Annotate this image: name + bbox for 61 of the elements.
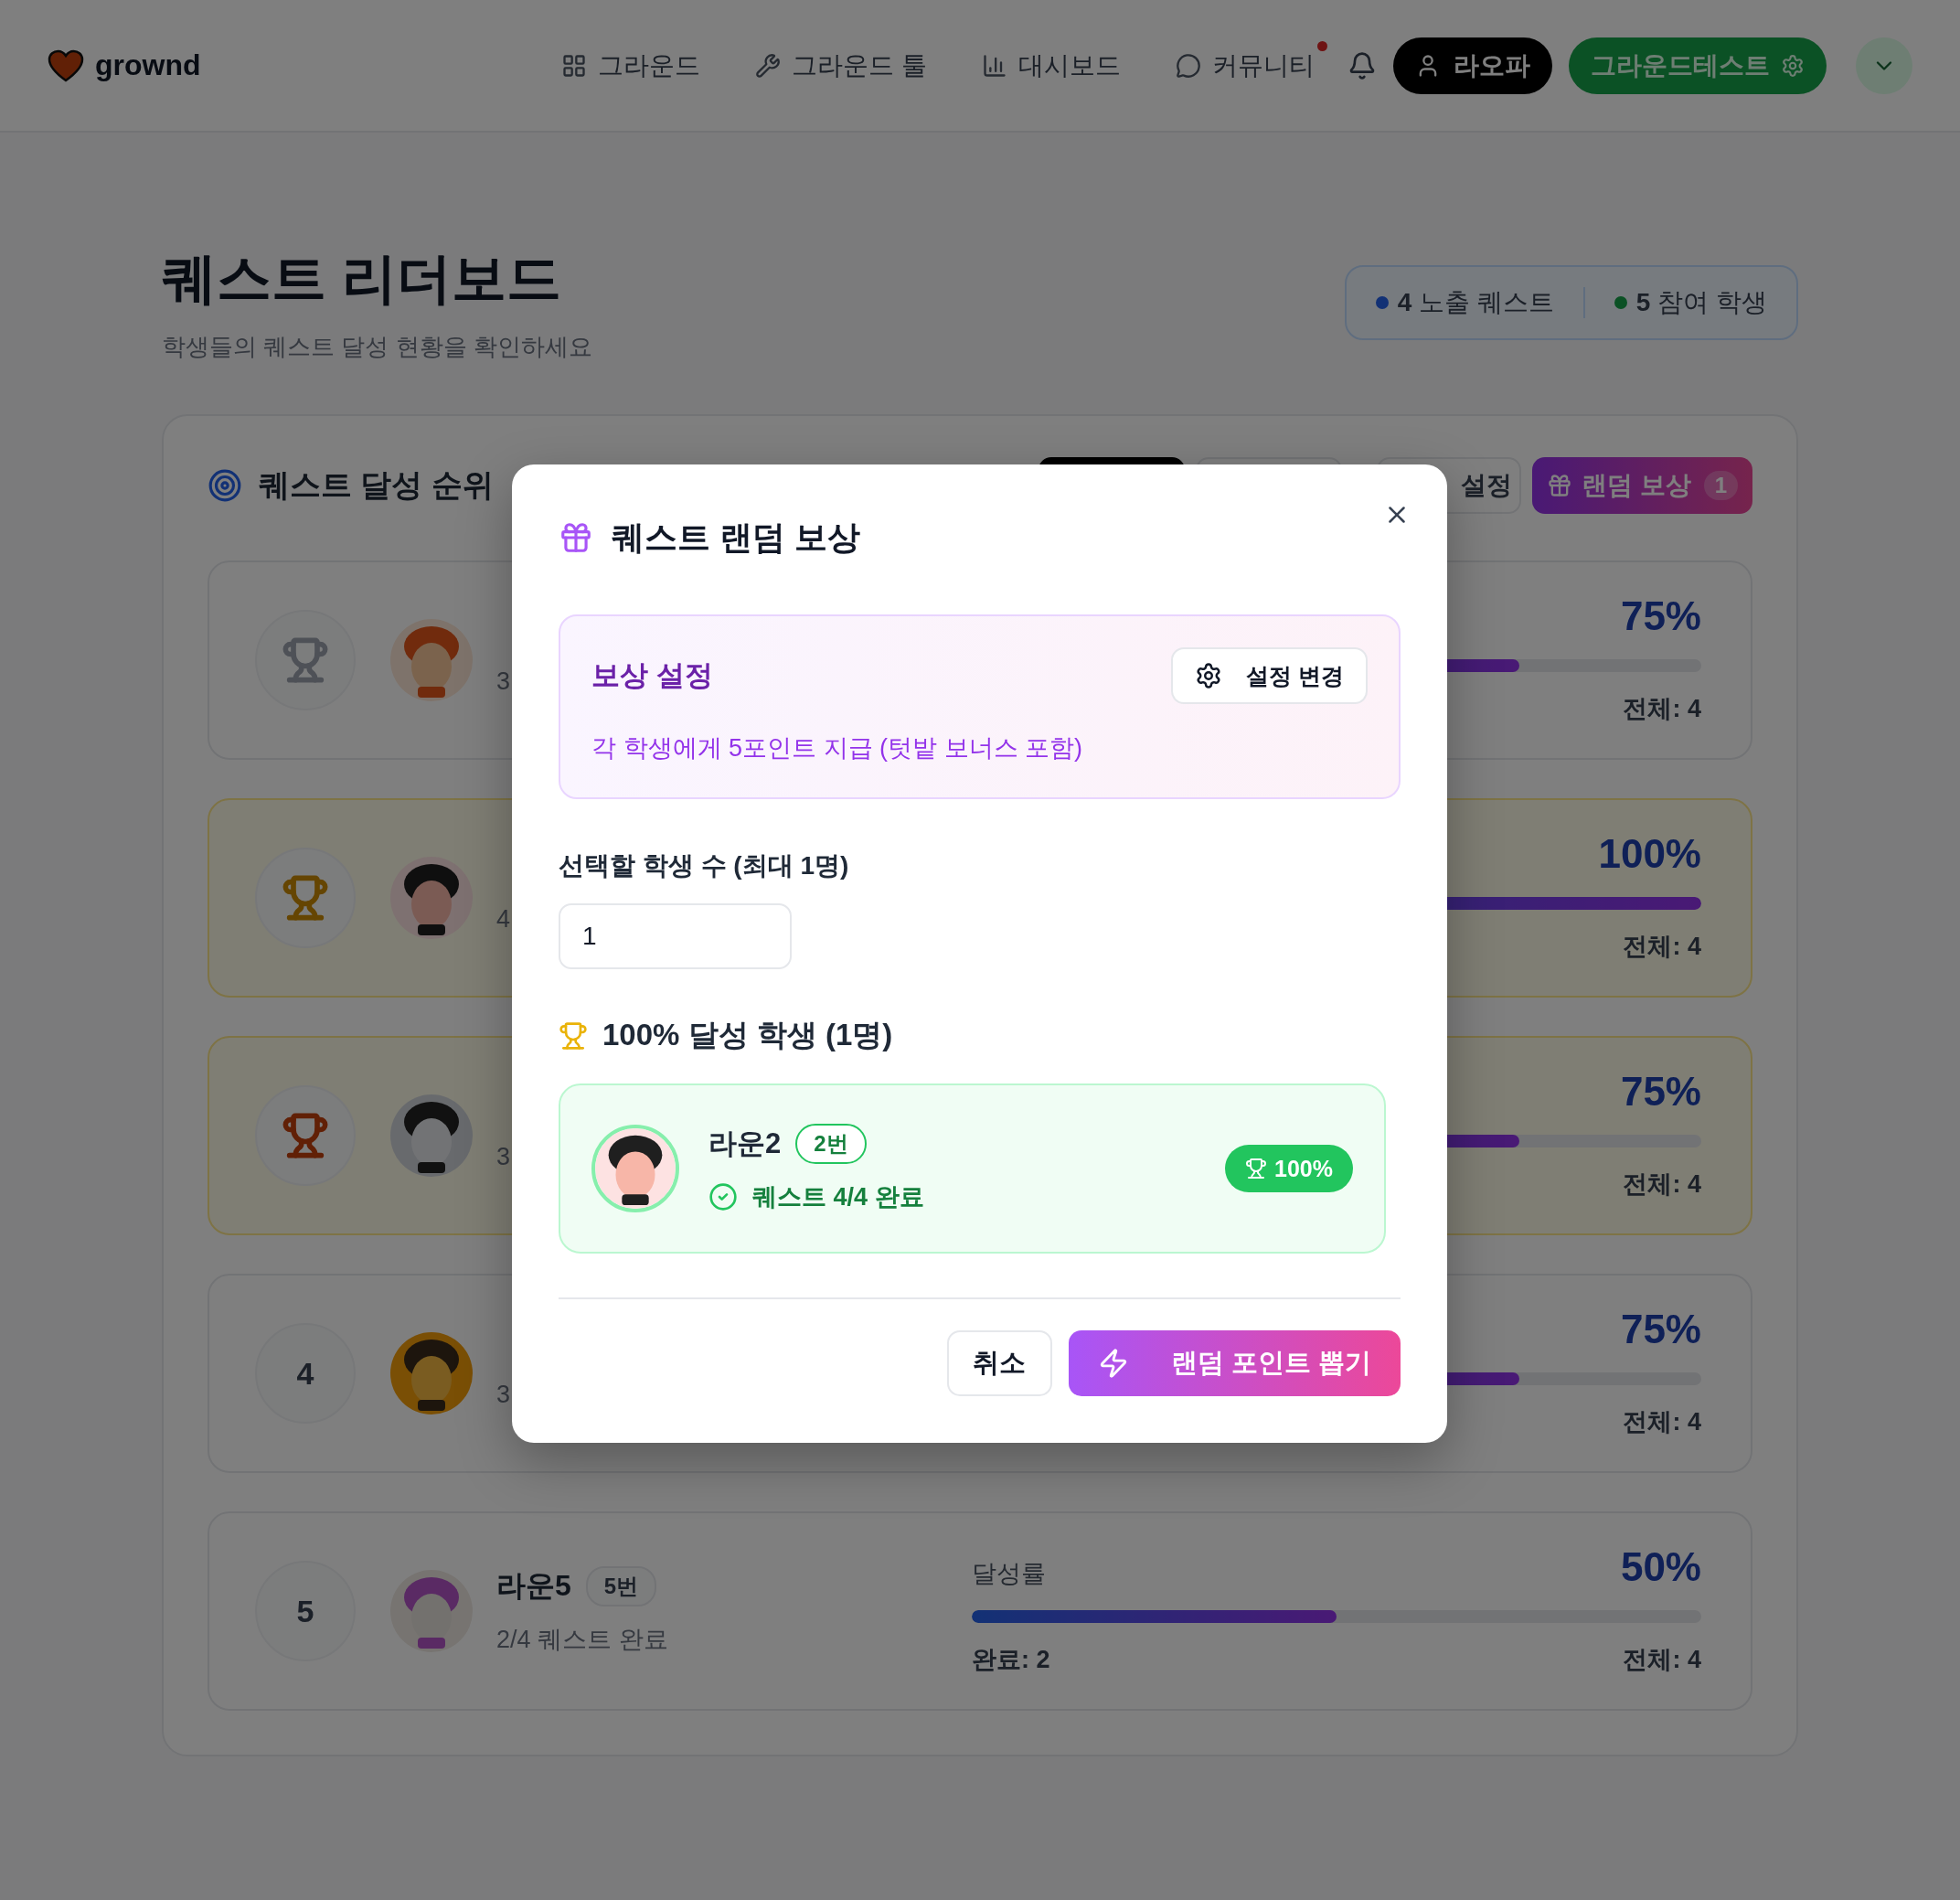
- stat-text: 4 노출 퀘스트: [1397, 287, 1554, 318]
- percent-value: 75%: [1620, 1307, 1701, 1352]
- done-count: 완료: 2: [972, 1645, 1050, 1675]
- progress-text: 4: [496, 904, 511, 934]
- tools-icon: [755, 52, 782, 79]
- settings-icon: [1195, 662, 1223, 689]
- nav-link[interactable]: 그라운드 툴: [755, 48, 927, 83]
- percent-value: 50%: [1620, 1544, 1701, 1590]
- chat-bubble-icon: [1176, 52, 1201, 79]
- reward-description: 각 학생에게 5포인트 지급 (텃밭 보너스 포함): [591, 733, 1083, 763]
- trophy-icon: [1245, 1158, 1268, 1179]
- field-label: 선택할 학생 수 (최대 1명): [559, 850, 850, 881]
- change-settings-button[interactable]: 설정 변경: [1171, 647, 1368, 704]
- total-count: 전체: 4: [1623, 932, 1701, 962]
- rank-badge: 4: [255, 1323, 356, 1424]
- percent-badge: 100%: [1225, 1145, 1353, 1192]
- gift-icon: [559, 520, 593, 555]
- page-subtitle: 학생들의 퀘스트 달성 현황을 확인하세요: [162, 332, 592, 362]
- grid-icon: [561, 52, 588, 79]
- progress-text: 3: [496, 1380, 511, 1409]
- progress-text: 3: [496, 1142, 511, 1171]
- stat-text: 5 참여 학생: [1635, 287, 1767, 318]
- percent-value: 100%: [1598, 831, 1701, 877]
- settings-icon: [1781, 53, 1805, 78]
- total-count: 전체: 4: [1623, 1645, 1701, 1675]
- progress-text: 2/4 퀘스트 완료: [496, 1625, 668, 1655]
- page-title: 퀘스트 리더보드: [162, 247, 562, 311]
- student-name: 라운5: [496, 1568, 571, 1604]
- section-title: 100% 달성 학생 (1명): [602, 1017, 893, 1053]
- total-count: 전체: 4: [1623, 1407, 1701, 1437]
- reward-title: 보상 설정: [591, 658, 713, 693]
- rate-label: 달성률: [972, 1559, 1046, 1589]
- bar-chart-icon: [982, 52, 1007, 79]
- cancel-button[interactable]: 취소: [946, 1330, 1052, 1396]
- student-count-field[interactable]: 1: [559, 903, 792, 969]
- trophy-icon: [559, 1020, 588, 1051]
- nav-link[interactable]: 그라운드: [561, 48, 701, 83]
- modal-title: 퀘스트 랜덤 보상: [612, 517, 860, 558]
- gift-icon: [1546, 473, 1572, 498]
- percent-value: 75%: [1620, 1069, 1701, 1115]
- progress-text: 퀘스트 4/4 완료: [752, 1182, 924, 1212]
- draw-button[interactable]: 랜덤 포인트 뽑기: [1068, 1330, 1401, 1396]
- check-circle-icon: [708, 1182, 738, 1212]
- random-reward-button[interactable]: 랜덤 보상 1: [1531, 457, 1752, 514]
- target-icon: [208, 468, 242, 503]
- total-count: 전체: 4: [1623, 694, 1701, 724]
- student-name: 라운2: [708, 1126, 782, 1161]
- progress-text: 3: [496, 667, 511, 696]
- class-button[interactable]: 그라운드테스트: [1569, 37, 1827, 94]
- nav-link[interactable]: 대시보드: [982, 48, 1121, 83]
- logo-text: grownd: [95, 48, 201, 82]
- number-badge: 2번: [795, 1124, 867, 1164]
- nav-link[interactable]: 커뮤니티: [1176, 48, 1315, 83]
- section-title: 퀘스트 달성 순위: [259, 466, 494, 504]
- percent-value: 75%: [1620, 593, 1701, 639]
- rank-badge: 5: [255, 1561, 356, 1661]
- heart-logo-icon: [48, 48, 84, 82]
- total-count: 전체: 4: [1623, 1169, 1701, 1200]
- user-button[interactable]: 라오파: [1393, 37, 1552, 94]
- number-badge: 5번: [585, 1566, 657, 1606]
- bell-icon[interactable]: [1348, 50, 1377, 80]
